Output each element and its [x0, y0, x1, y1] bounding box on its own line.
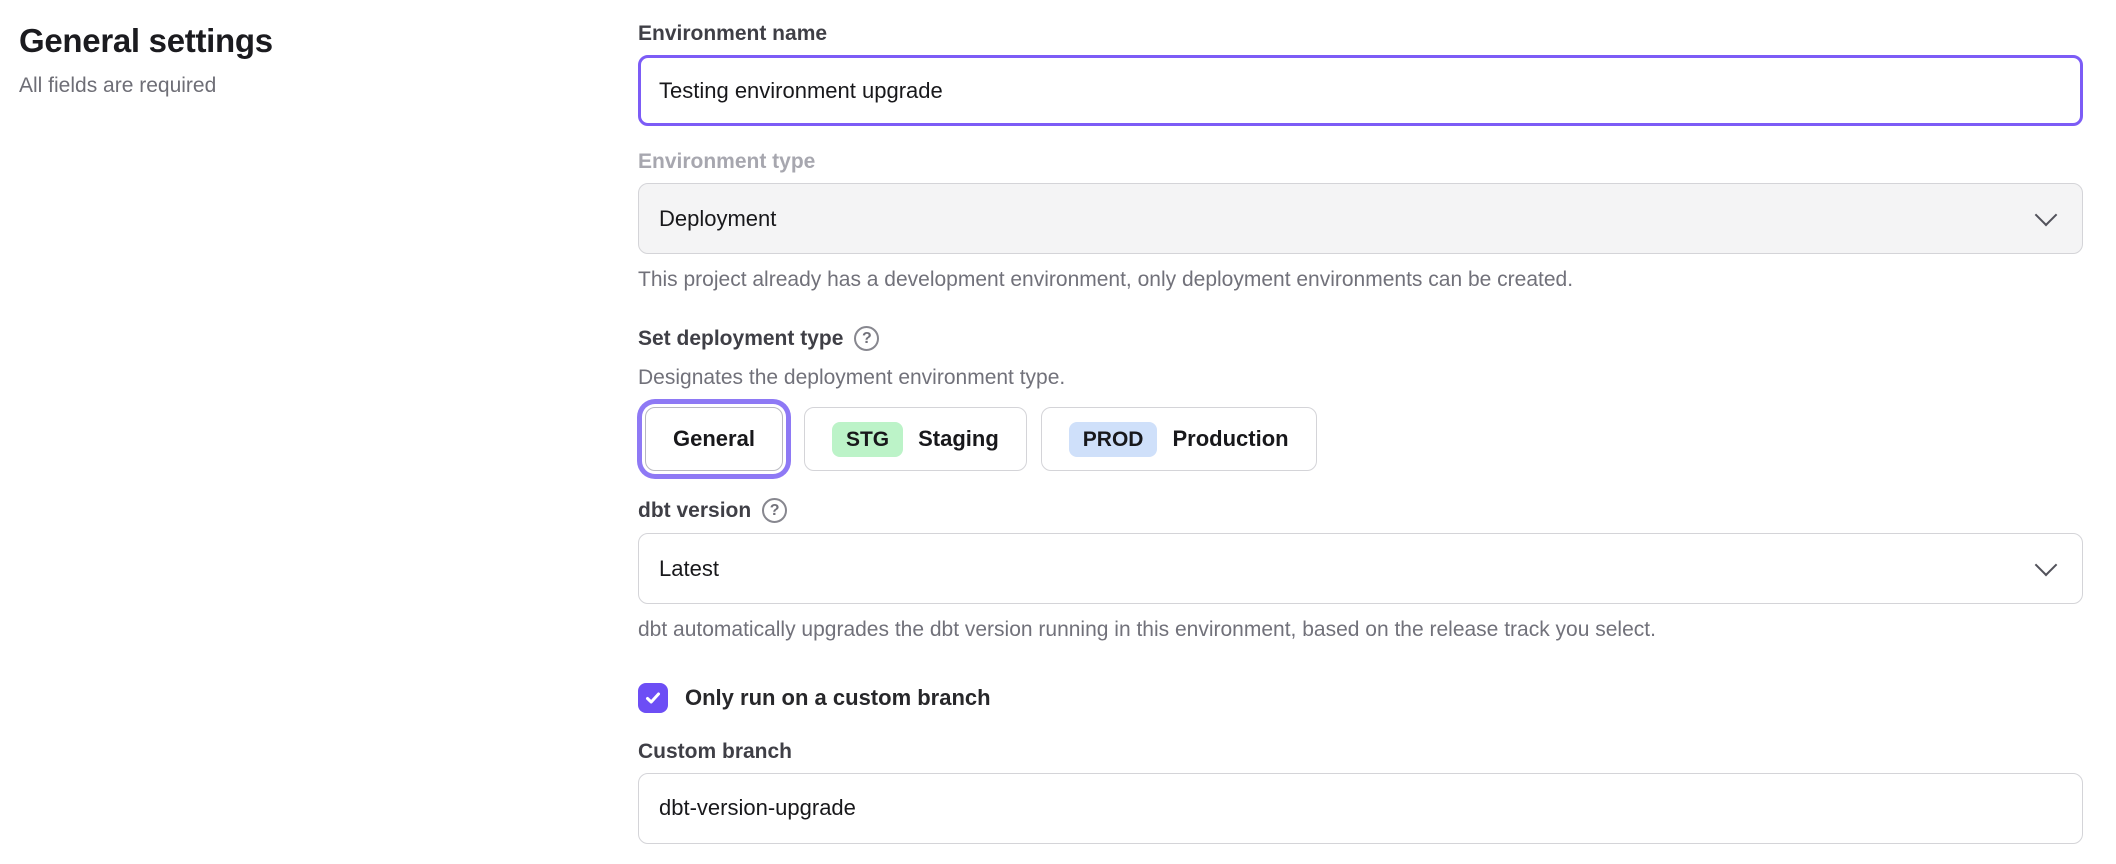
settings-header: General settings All fields are required [19, 22, 638, 844]
deployment-type-option-general[interactable]: General [645, 407, 783, 471]
dbt-version-value: Latest [659, 556, 719, 582]
question-mark-icon[interactable]: ? [762, 498, 787, 523]
environment-type-value: Deployment [659, 206, 776, 232]
deployment-type-option-production[interactable]: PROD Production [1041, 407, 1317, 471]
dbt-version-select[interactable]: Latest [638, 533, 2083, 604]
environment-type-help: This project already has a development e… [638, 267, 2083, 293]
dbt-version-help: dbt automatically upgrades the dbt versi… [638, 617, 2083, 643]
prod-badge: PROD [1069, 422, 1158, 457]
general-settings-page: General settings All fields are required… [0, 0, 2116, 844]
question-mark-icon[interactable]: ? [854, 326, 879, 351]
general-option-label: General [673, 426, 755, 452]
environment-type-select[interactable]: Deployment [638, 183, 2083, 254]
production-option-label: Production [1172, 426, 1288, 452]
deployment-type-label-row: Set deployment type ? [638, 326, 2083, 351]
custom-branch-label: Custom branch [638, 740, 2083, 763]
page-subtitle: All fields are required [19, 74, 638, 98]
checkmark-icon [644, 689, 662, 707]
dbt-version-label-row: dbt version ? [638, 498, 2083, 523]
custom-branch-checkbox-label[interactable]: Only run on a custom branch [685, 685, 991, 711]
environment-type-label: Environment type [638, 150, 2083, 173]
settings-form: Environment name Environment type Deploy… [638, 22, 2083, 844]
deployment-type-options: General STG Staging PROD Production [638, 407, 2083, 471]
page-title: General settings [19, 22, 638, 60]
dbt-version-label: dbt version [638, 499, 751, 522]
environment-name-label: Environment name [638, 22, 2083, 45]
custom-branch-input[interactable] [638, 773, 2083, 844]
custom-branch-checkbox[interactable] [638, 683, 668, 713]
deployment-type-section: Set deployment type ? Designates the dep… [638, 326, 2083, 471]
environment-name-group: Environment name [638, 22, 2083, 126]
chevron-down-icon [2035, 203, 2058, 226]
dbt-version-group: dbt version ? Latest dbt automatically u… [638, 498, 2083, 643]
custom-branch-group: Custom branch [638, 740, 2083, 844]
environment-type-group: Environment type Deployment This project… [638, 150, 2083, 293]
environment-name-input[interactable] [638, 55, 2083, 126]
staging-option-label: Staging [918, 426, 999, 452]
stg-badge: STG [832, 422, 903, 457]
chevron-down-icon [2035, 554, 2058, 577]
custom-branch-toggle-row: Only run on a custom branch [638, 683, 2083, 713]
deployment-type-option-staging[interactable]: STG Staging [804, 407, 1027, 471]
deployment-type-label: Set deployment type [638, 327, 843, 350]
deployment-type-help: Designates the deployment environment ty… [638, 366, 2083, 390]
